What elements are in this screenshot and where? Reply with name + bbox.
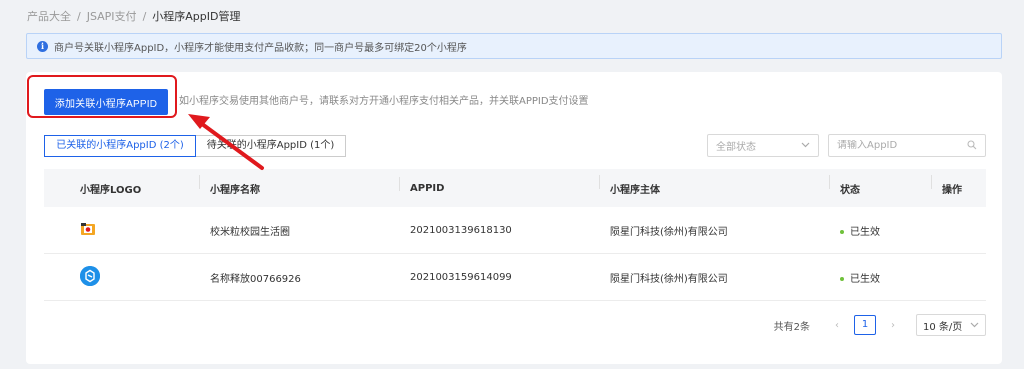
logo-cell <box>44 265 199 289</box>
header-status: 状态 <box>829 174 931 196</box>
status-dot-icon <box>840 229 844 234</box>
notice-text: 商户号关联小程序AppID，小程序才能使用支付产品收款；同一商户号最多可绑定20… <box>54 42 467 54</box>
breadcrumb-item-current: 小程序AppID管理 <box>152 10 241 23</box>
header-actions: 操作 <box>931 174 986 196</box>
status-text: 已生效 <box>850 226 880 238</box>
miniprogram-logo-icon <box>80 222 95 235</box>
page-number-current[interactable]: 1 <box>854 315 876 335</box>
chevron-down-icon <box>970 320 979 331</box>
status-select-value: 全部状态 <box>716 142 756 153</box>
header-logo: 小程序LOGO <box>80 184 142 196</box>
status-select[interactable]: 全部状态 <box>707 134 819 157</box>
row-name: 校米粒校园生活圈 <box>210 226 290 238</box>
header-appid: APPID <box>399 176 599 194</box>
header-name: 小程序名称 <box>199 174 399 196</box>
logo-cell <box>44 222 199 239</box>
row-appid: 2021003159614099 <box>410 271 512 283</box>
row-subject: 陨星门科技(徐州)有限公司 <box>610 226 728 238</box>
appid-tabs: 已关联的小程序AppID (2个) 待关联的小程序AppID (1个) <box>44 135 346 157</box>
search-icon[interactable] <box>967 139 977 153</box>
status-text: 已生效 <box>850 273 880 285</box>
row-status: 已生效 <box>829 223 931 238</box>
search-field[interactable] <box>828 134 986 157</box>
pagination: 共有2条 ‹ 1 › 10 条/页 <box>774 314 986 336</box>
pagination-total: 共有2条 <box>773 321 810 333</box>
add-hint-text: 如小程序交易使用其他商户号，请联系对方开通小程序支付相关产品，并关联APPID支… <box>179 96 589 107</box>
breadcrumb-item-products[interactable]: 产品大全 <box>27 9 71 25</box>
tab-pending[interactable]: 待关联的小程序AppID (1个) <box>196 135 346 157</box>
row-name: 名称释放00766926 <box>210 273 301 285</box>
row-status: 已生效 <box>829 270 931 285</box>
status-dot-icon <box>840 276 844 281</box>
info-notice: i 商户号关联小程序AppID，小程序才能使用支付产品收款；同一商户号最多可绑定… <box>26 33 1002 59</box>
prev-page-icon[interactable]: ‹ <box>826 320 848 331</box>
info-icon: i <box>37 40 48 52</box>
table-row: 校米粒校园生活圈 2021003139618130 陨星门科技(徐州)有限公司 … <box>44 207 986 254</box>
breadcrumb: 产品大全 / JSAPI支付 / 小程序AppID管理 <box>27 9 241 25</box>
tab-linked[interactable]: 已关联的小程序AppID (2个) <box>44 135 196 157</box>
page-size-select[interactable]: 10 条/页 <box>916 314 986 336</box>
row-appid: 2021003139618130 <box>410 224 512 236</box>
table-header: 小程序LOGO 小程序名称 APPID 小程序主体 状态 操作 <box>44 169 986 207</box>
next-page-icon[interactable]: › <box>882 320 904 331</box>
breadcrumb-separator: / <box>142 10 147 23</box>
table-row: 名称释放00766926 2021003159614099 陨星门科技(徐州)有… <box>44 254 986 301</box>
highlight-annotation-box <box>27 75 177 118</box>
row-subject: 陨星门科技(徐州)有限公司 <box>610 273 728 285</box>
miniprogram-logo-icon <box>80 265 100 286</box>
header-subject: 小程序主体 <box>599 174 829 196</box>
chevron-down-icon <box>801 140 810 151</box>
page-size-value: 10 条/页 <box>923 321 963 333</box>
appid-table: 小程序LOGO 小程序名称 APPID 小程序主体 状态 操作 校米粒校园生活圈… <box>44 169 986 301</box>
search-input[interactable] <box>837 140 957 151</box>
breadcrumb-separator: / <box>77 10 81 23</box>
breadcrumb-item-jsapi[interactable]: JSAPI支付 <box>87 9 137 25</box>
